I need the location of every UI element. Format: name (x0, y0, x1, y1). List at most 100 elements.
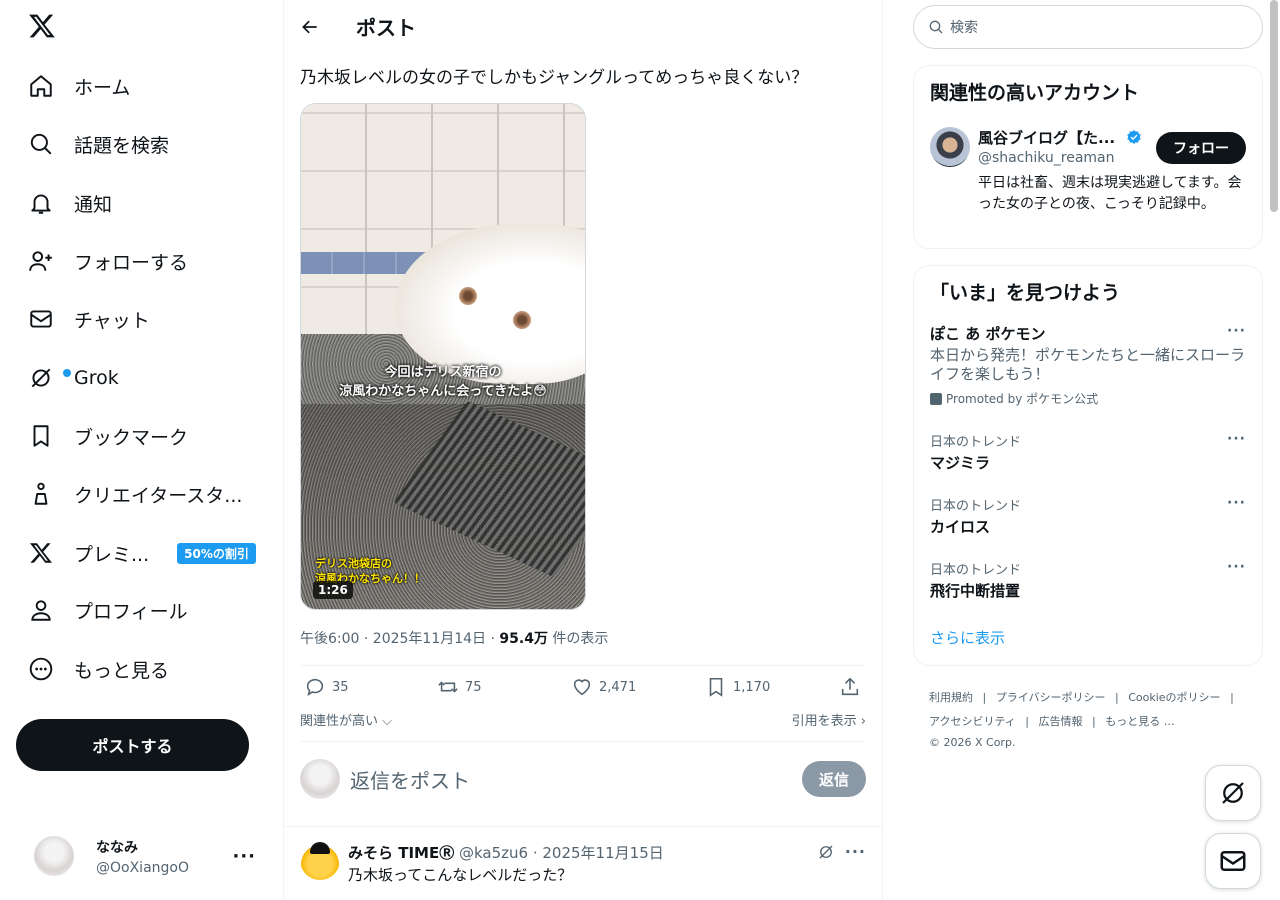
avatar[interactable] (300, 840, 340, 880)
trend-item[interactable]: ··· 日本のトレンド 飛行中断措置 (914, 559, 1262, 601)
sort-dropdown[interactable]: 関連性が高い ⌵ (300, 714, 392, 729)
view-quotes-link[interactable]: 引用を表示 › (792, 710, 866, 729)
search-bar[interactable]: 検索 (913, 5, 1263, 49)
x-logo-icon[interactable] (28, 12, 56, 40)
grok-icon[interactable] (817, 843, 835, 861)
mail-icon (28, 306, 54, 332)
nav-label: ブックマーク (74, 426, 189, 449)
related-accounts-card: 関連性の高いアカウント 風谷ブイログ【た... @shachiku_reaman… (913, 65, 1263, 249)
account-suggestion[interactable]: 風谷ブイログ【た... @shachiku_reaman フォロー 平日は社畜、… (914, 117, 1262, 245)
more-dots-icon[interactable]: ··· (1227, 431, 1246, 447)
nav-profile[interactable]: プロフィール (16, 585, 200, 635)
share-button[interactable] (839, 676, 867, 698)
more-dots-icon[interactable]: ··· (232, 846, 256, 867)
nav-bookmarks[interactable]: ブックマーク (16, 411, 200, 461)
post-actions: 35 75 2,471 1,170 (300, 676, 866, 704)
footer-link[interactable]: アクセシビリティ (929, 715, 1016, 728)
account-name[interactable]: 風谷ブイログ【た... (978, 127, 1115, 148)
trend-item[interactable]: ··· 日本のトレンド カイロス (914, 495, 1262, 537)
reply-handle-date: @ka5zu6 · 2025年11月15日 (459, 844, 664, 862)
reply-composer: 返信をポスト 返信 (300, 756, 866, 802)
quotes-label: 引用を表示 (791, 714, 857, 729)
grok-icon (1222, 782, 1244, 804)
post-button[interactable]: ポストする (16, 719, 249, 771)
more-dots-icon[interactable]: ··· (845, 842, 866, 861)
reply-input[interactable]: 返信をポスト (350, 765, 802, 794)
right-sidebar: 検索 関連性の高いアカウント 風谷ブイログ【た... @shachiku_rea… (913, 0, 1263, 900)
chevron-right-icon: › (856, 714, 866, 729)
messages-fab[interactable] (1205, 833, 1261, 889)
search-input[interactable]: 検索 (950, 17, 978, 37)
x-premium-icon (28, 540, 54, 566)
trend-context: 日本のトレンド (930, 435, 1022, 450)
footer-link[interactable]: 利用規約 (929, 691, 973, 704)
footer-links: 利用規約 | プライバシーポリシー | Cookieのポリシー | アクセシビリ… (929, 686, 1249, 752)
post-video[interactable]: 今回はデリス新宿の 涼風わかなちゃんに会ってきたよ😳 デリス池袋店の 涼風わかな… (300, 103, 586, 610)
repost-button[interactable]: 75 (437, 676, 482, 698)
reply-submit-button[interactable]: 返信 (802, 761, 866, 797)
trend-context: 日本のトレンド (930, 563, 1022, 578)
footer-link[interactable]: Cookieのポリシー (1128, 691, 1220, 704)
view-label: 件の表示 (547, 631, 609, 647)
sort-label: 関連性が高い (300, 714, 379, 729)
repost-count: 75 (465, 679, 482, 695)
video-subcaption-line: デリス池袋店の (315, 557, 392, 570)
reply-icon (306, 678, 324, 697)
nav-label: 話題を検索 (74, 134, 170, 157)
footer-link[interactable]: 広告情報 (1039, 715, 1083, 728)
account-switcher[interactable]: ななみ @OoXiangoO ··· (16, 826, 268, 886)
more-dots-icon[interactable]: ··· (1227, 323, 1246, 339)
avatar[interactable] (930, 127, 970, 167)
video-caption: 今回はデリス新宿の 涼風わかなちゃんに会ってきたよ😳 (301, 363, 585, 401)
video-caption-line: 今回はデリス新宿の (384, 365, 502, 380)
bookmark-count: 1,170 (733, 679, 771, 695)
account-handle: @OoXiangoO (96, 859, 189, 876)
promoted-trend[interactable]: ··· ぽこ あ ポケモン 本日から発売！ポケモンたちと一緒にスローライフを楽し… (914, 323, 1262, 407)
like-button[interactable]: 2,471 (571, 676, 636, 698)
left-sidebar: ホーム 話題を検索 通知 フォローする チャット Grok ブックマーク クリエ… (0, 0, 284, 900)
nav-chat[interactable]: チャット (16, 294, 162, 344)
footer-link[interactable]: もっと見る … (1105, 715, 1175, 728)
share-icon (841, 677, 859, 696)
divider (284, 826, 882, 827)
back-arrow-icon[interactable] (300, 17, 320, 37)
nav-grok[interactable]: Grok (16, 353, 131, 403)
nav-label: 通知 (74, 193, 113, 216)
show-more-link[interactable]: さらに表示 (914, 615, 1262, 666)
discount-badge: 50%の割引 (177, 542, 256, 564)
nav-notifications[interactable]: 通知 (16, 178, 124, 228)
creator-icon (28, 481, 54, 507)
nav-label: フォローする (74, 251, 189, 274)
nav-follow[interactable]: フォローする (16, 236, 200, 286)
trend-description: 本日から発売！ポケモンたちと一緒にスローライフを楽しもう！ (930, 346, 1246, 383)
nav-premium[interactable]: プレミ... 50%の割引 (16, 528, 268, 578)
nav-creator-studio[interactable]: クリエイタースタ... (16, 469, 254, 519)
nav-home[interactable]: ホーム (16, 61, 142, 111)
bookmark-button[interactable]: 1,170 (705, 676, 770, 698)
footer-link[interactable]: プライバシーポリシー (996, 691, 1106, 704)
post-timestamp[interactable]: 午後6:00 · 2025年11月14日 · (300, 631, 499, 647)
footer-separator: | (1092, 715, 1096, 728)
follow-button[interactable]: フォロー (1156, 132, 1246, 164)
trend-item[interactable]: ··· 日本のトレンド マジミラ (914, 431, 1262, 473)
person-icon (28, 597, 54, 623)
scrollbar[interactable] (1270, 0, 1278, 212)
bell-icon (28, 190, 54, 216)
reply-author-name[interactable]: みそら TIMEⓇ (348, 844, 454, 862)
trend-context: 日本のトレンド (930, 499, 1022, 514)
divider (300, 741, 866, 742)
nav-explore[interactable]: 話題を検索 (16, 119, 181, 169)
reply-tools: ··· (817, 842, 866, 861)
more-dots-icon[interactable]: ··· (1227, 559, 1246, 575)
reply-button[interactable]: 35 (304, 676, 349, 698)
home-icon (28, 73, 54, 99)
repost-icon (438, 681, 458, 693)
footer-separator: | (982, 691, 987, 704)
more-dots-icon[interactable]: ··· (1227, 495, 1246, 511)
grok-fab[interactable] (1205, 765, 1261, 821)
divider (300, 665, 866, 666)
like-count: 2,471 (599, 679, 637, 695)
trend-title: マジミラ (930, 454, 991, 472)
video-duration: 1:26 (313, 581, 353, 599)
nav-more[interactable]: もっと見る (16, 644, 181, 694)
